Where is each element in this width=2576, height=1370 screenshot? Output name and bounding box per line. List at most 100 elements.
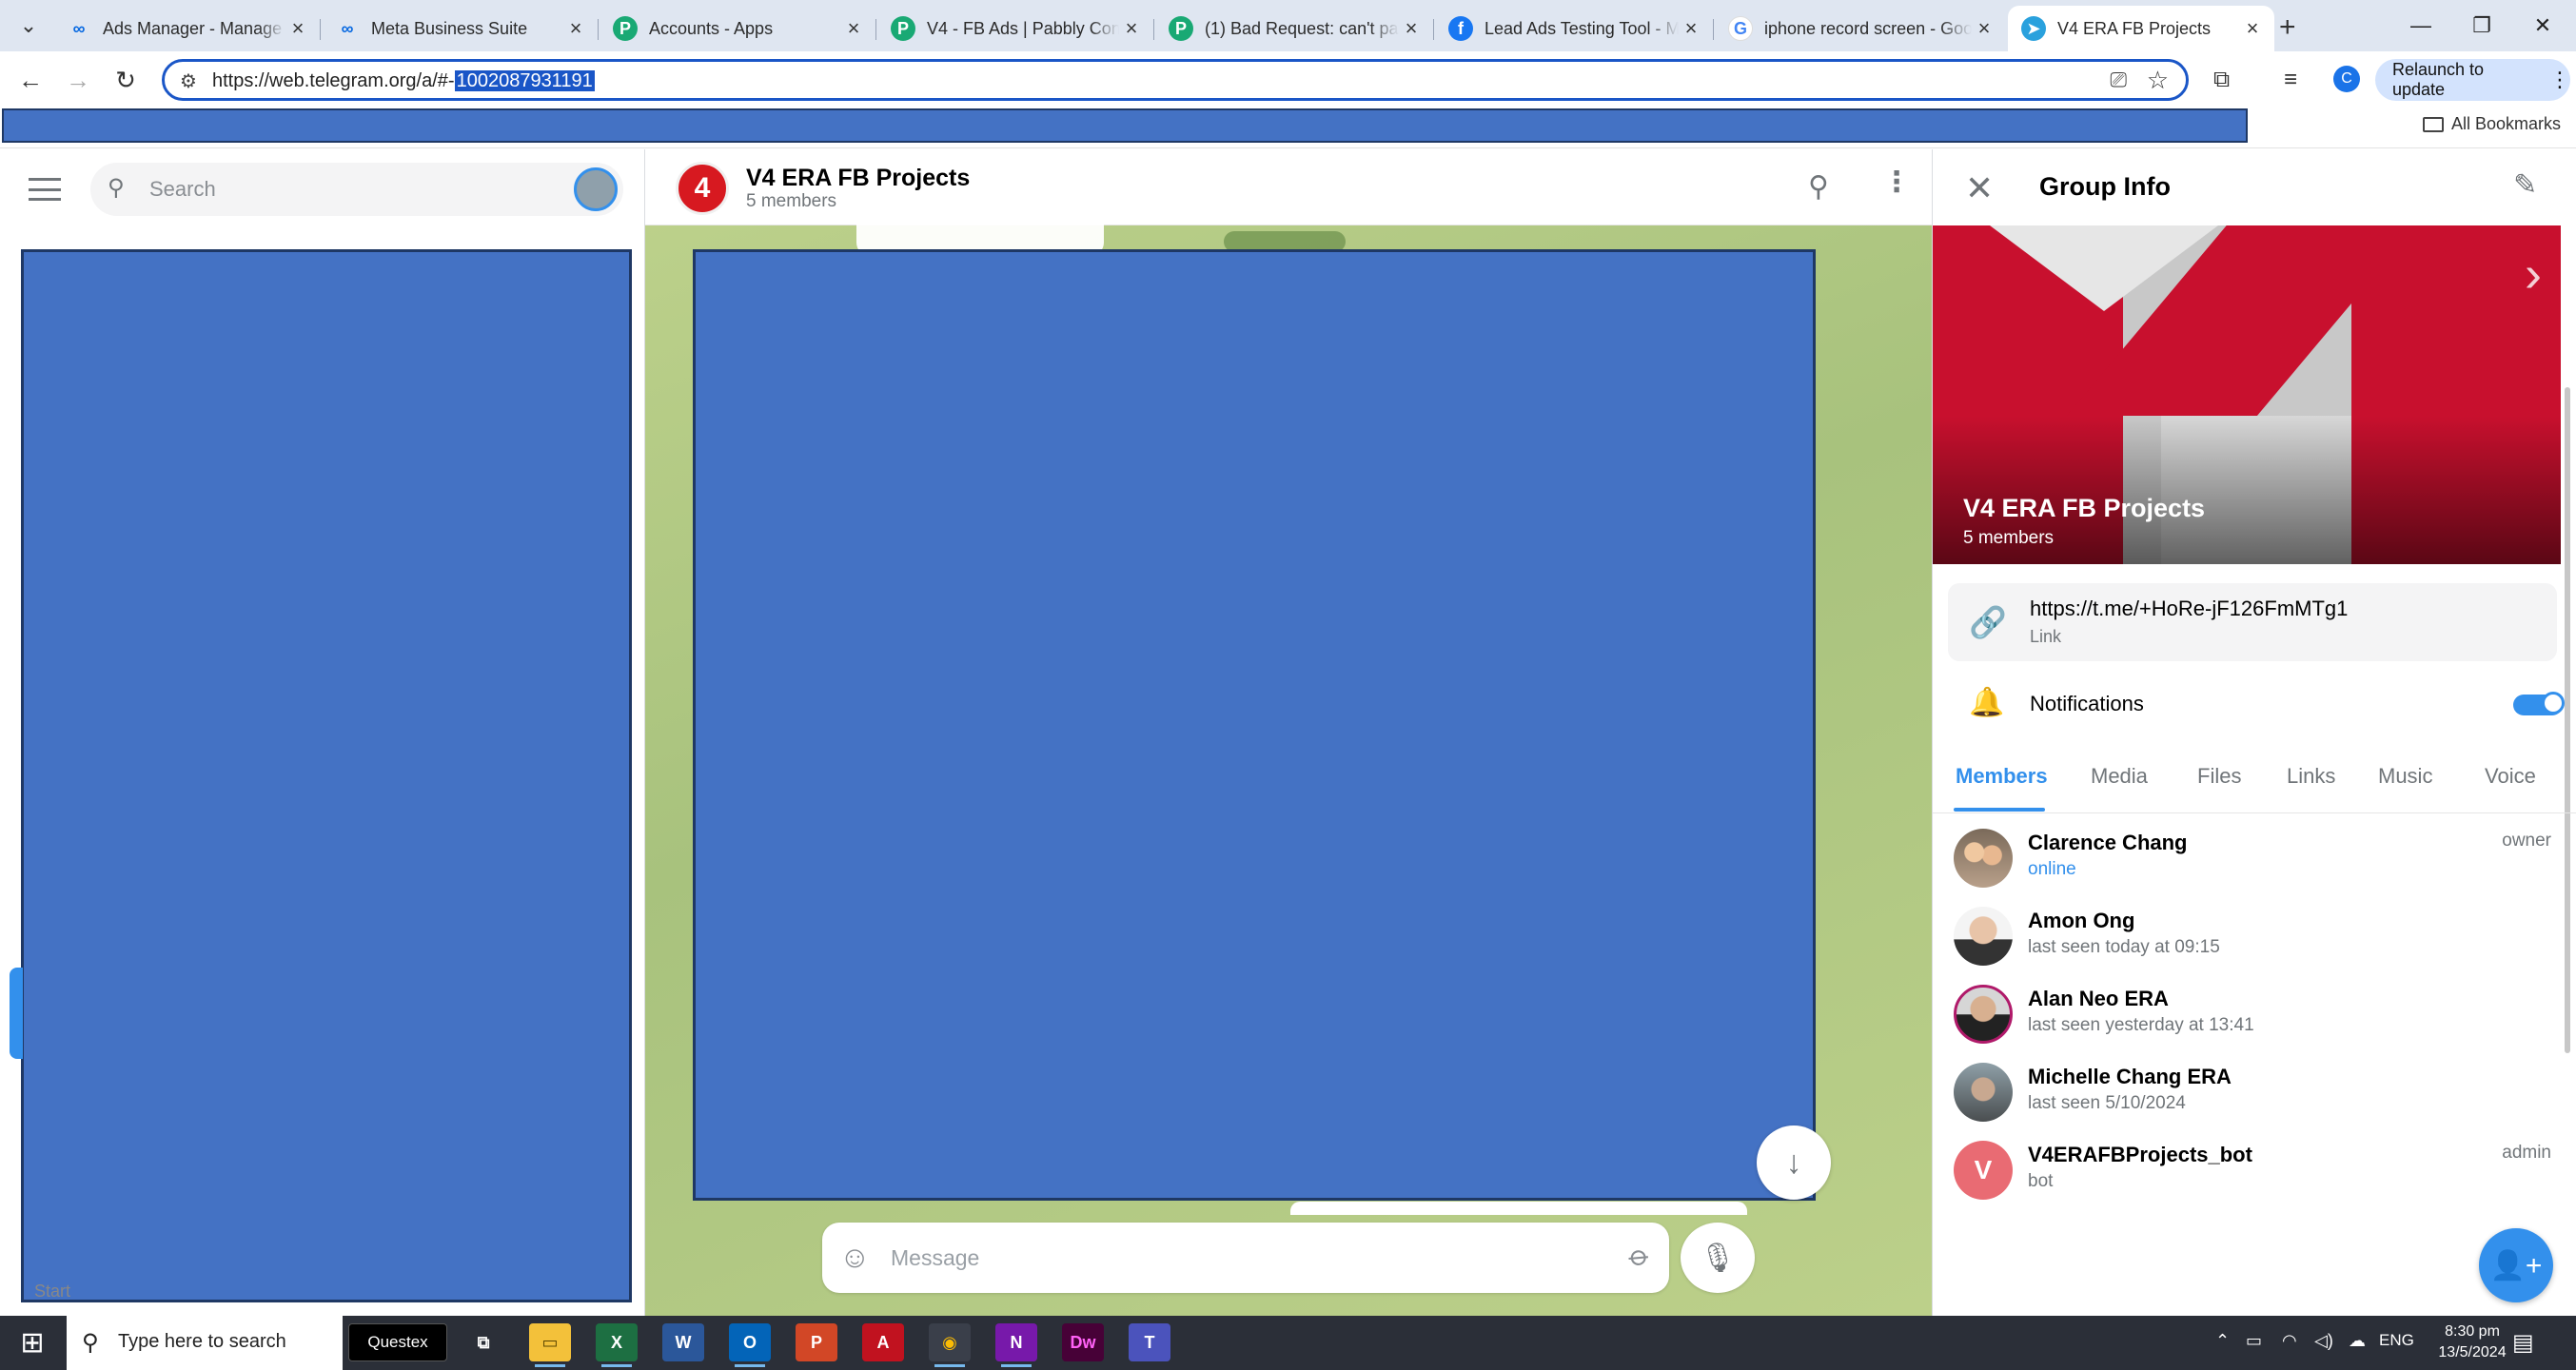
member-row[interactable]: V V4ERAFBProjects_bot bot admin (1933, 1129, 2561, 1207)
minimize-window-icon[interactable]: — (2392, 8, 2449, 44)
tab-voice[interactable]: Voice (2485, 764, 2536, 789)
close-tab-icon[interactable]: × (1119, 16, 1144, 41)
close-icon[interactable]: ✕ (1965, 168, 1994, 208)
browser-tab[interactable]: f Lead Ads Testing Tool - Meta × (1435, 6, 1714, 51)
reload-icon[interactable]: ↻ (107, 61, 145, 99)
chrome-icon[interactable]: ◉ (929, 1323, 971, 1367)
action-center-icon[interactable]: ▤ (2512, 1329, 2534, 1357)
member-row[interactable]: Amon Ong last seen today at 09:15 (1933, 895, 2561, 973)
group-avatar[interactable]: 4 (676, 162, 729, 215)
notifications-row[interactable]: 🔔 Notifications (1948, 671, 2565, 737)
invite-link-row[interactable]: 🔗 https://t.me/+HoRe-jF126FmMTg1 Link (1948, 583, 2557, 661)
wifi-icon[interactable]: ◠ (2282, 1331, 2297, 1351)
more-vertical-icon[interactable]: ⋮ (1882, 168, 1911, 197)
chat-title[interactable]: V4 ERA FB Projects (746, 165, 970, 192)
extensions-puzzle-icon[interactable]: ⧉ (2213, 67, 2230, 93)
close-tab-icon[interactable]: × (841, 16, 866, 41)
hamburger-menu-icon[interactable] (29, 178, 61, 201)
chat-header[interactable]: 4 V4 ERA FB Projects 5 members ⚲ ⋮ (645, 149, 1932, 225)
close-window-icon[interactable]: ✕ (2514, 8, 2571, 44)
word-icon[interactable]: W (662, 1323, 704, 1361)
tab-music[interactable]: Music (2378, 764, 2432, 789)
excel-icon[interactable]: X (596, 1323, 638, 1367)
onenote-icon[interactable]: N (995, 1323, 1037, 1367)
browser-tab[interactable]: ∞ Meta Business Suite × (322, 6, 599, 51)
restore-window-icon[interactable]: ❐ (2453, 8, 2510, 44)
scroll-to-bottom-arrow-icon[interactable]: ↓ (1757, 1125, 1831, 1200)
invite-link-value[interactable]: https://t.me/+HoRe-jF126FmMTg1 (2030, 597, 2348, 621)
panel-scrollbar[interactable] (2565, 387, 2570, 1053)
tab-members[interactable]: Members (1956, 764, 2048, 789)
windows-start-icon[interactable]: ⊞ (0, 1316, 65, 1370)
microphone-icon[interactable]: 🎙 (1681, 1223, 1755, 1293)
close-tab-icon[interactable]: × (285, 16, 310, 41)
powerpoint-icon[interactable]: P (796, 1323, 837, 1361)
url-text[interactable]: https://web.telegram.org/a/#- 10020879311… (212, 70, 595, 92)
browser-tab[interactable]: ∞ Ads Manager - Manage ads × (53, 6, 321, 51)
member-row[interactable]: Clarence Chang online owner (1933, 817, 2561, 895)
browser-tab[interactable]: P Accounts - Apps × (600, 6, 876, 51)
close-tab-icon[interactable]: × (1972, 16, 1996, 41)
tab-search-chevron-icon[interactable]: ⌄ (10, 10, 48, 42)
input-language[interactable]: ENG (2379, 1331, 2414, 1350)
next-photo-chevron-icon[interactable]: › (2525, 245, 2542, 303)
more-vertical-icon[interactable]: ⋮ (2549, 68, 2570, 92)
acrobat-icon[interactable]: A (862, 1323, 904, 1361)
relaunch-to-update-button[interactable]: Relaunch to update ⋮ (2375, 59, 2570, 101)
invite-link-label: Link (2030, 627, 2062, 646)
tab-links[interactable]: Links (2287, 764, 2335, 789)
taskbar-search-input[interactable]: ⚲ Type here to search (67, 1316, 343, 1370)
tab-files[interactable]: Files (2197, 764, 2241, 789)
profile-avatar[interactable]: C (2333, 66, 2360, 92)
battery-icon[interactable]: ▭ (2246, 1331, 2262, 1351)
attachment-paperclip-icon[interactable]: ⌀ (1622, 1238, 1657, 1274)
onedrive-cloud-icon[interactable]: ☁ (2349, 1331, 2366, 1351)
member-status: online (2028, 859, 2076, 879)
site-info-icon[interactable]: ⚙ (180, 69, 197, 93)
all-bookmarks-button[interactable]: All Bookmarks (2423, 114, 2561, 134)
install-app-icon[interactable]: ⎚ (2110, 68, 2127, 92)
search-icon[interactable]: ⚲ (1808, 170, 1829, 204)
browser-tab-strip: ⌄ ∞ Ads Manager - Manage ads × ∞ Meta Bu… (0, 0, 2576, 51)
emoji-icon[interactable]: ☺ (839, 1240, 871, 1275)
forward-arrow-icon[interactable]: → (59, 61, 97, 99)
tab-media[interactable]: Media (2091, 764, 2148, 789)
teams-icon[interactable]: T (1129, 1323, 1170, 1361)
all-bookmarks-label: All Bookmarks (2451, 114, 2562, 133)
bookmark-star-icon[interactable]: ☆ (2147, 66, 2169, 95)
redacted-bookmarks (2, 108, 2248, 143)
close-tab-icon[interactable]: × (2240, 16, 2265, 41)
show-hidden-icons-chevron-icon[interactable]: ⌃ (2215, 1331, 2230, 1351)
message-composer[interactable]: ☺ Message ⌀ (822, 1223, 1669, 1293)
close-tab-icon[interactable]: × (1399, 16, 1424, 41)
meta-icon: ∞ (72, 18, 86, 38)
tab-title: (1) Bad Request: can't parse (1205, 18, 1399, 38)
browser-tab-active[interactable]: ➤ V4 ERA FB Projects × (2008, 6, 2274, 51)
volume-icon[interactable]: ◁) (2314, 1331, 2333, 1351)
back-arrow-icon[interactable]: ← (11, 61, 49, 99)
new-tab-plus-icon[interactable]: + (2279, 11, 2296, 44)
member-row[interactable]: Alan Neo ERA last seen yesterday at 13:4… (1933, 973, 2561, 1051)
file-explorer-icon[interactable]: ▭ (529, 1323, 571, 1367)
taskbar-clock[interactable]: 8:30 pm 13/5/2024 (2425, 1321, 2520, 1363)
group-cover-photo[interactable]: › V4 ERA FB Projects 5 members (1933, 225, 2561, 564)
close-tab-icon[interactable]: × (563, 16, 588, 41)
story-avatar[interactable] (574, 167, 618, 211)
close-tab-icon[interactable]: × (1679, 16, 1703, 41)
outlook-icon[interactable]: O (729, 1323, 771, 1367)
address-bar[interactable]: ⚙ https://web.telegram.org/a/#- 100208793… (162, 59, 2189, 101)
browser-tab[interactable]: P (1) Bad Request: can't parse × (1155, 6, 1434, 51)
chat-search-input[interactable]: ⚲ Search (90, 163, 623, 216)
message-input[interactable]: Message (891, 1245, 979, 1271)
task-view-icon[interactable]: ⧉ (462, 1323, 504, 1361)
dreamweaver-icon[interactable]: Dw (1062, 1323, 1104, 1361)
media-queue-icon[interactable]: ≡ (2284, 67, 2297, 93)
bell-icon: 🔔 (1969, 687, 2005, 718)
add-member-button[interactable]: 👤+ (2479, 1228, 2553, 1302)
edit-pencil-icon[interactable]: ✎ (2513, 168, 2537, 202)
browser-tab[interactable]: G iphone record screen - Google × (1715, 6, 2006, 51)
notifications-toggle[interactable] (2513, 692, 2565, 715)
questex-widget[interactable]: Questex (348, 1323, 447, 1361)
member-row[interactable]: Michelle Chang ERA last seen 5/10/2024 (1933, 1051, 2561, 1129)
browser-tab[interactable]: P V4 - FB Ads | Pabbly Connect × (877, 6, 1154, 51)
